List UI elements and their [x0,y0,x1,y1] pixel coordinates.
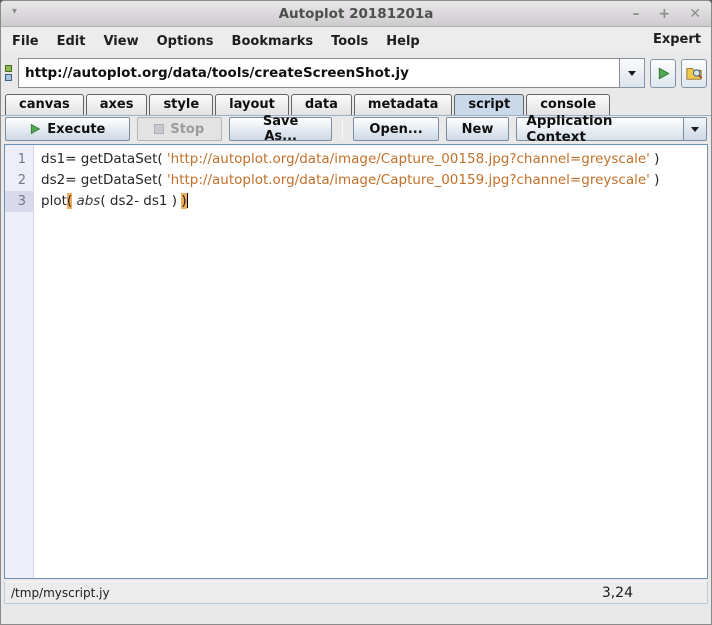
tab-script[interactable]: script [454,94,524,115]
menu-file[interactable]: File [3,34,48,49]
line-number: 1 [5,149,33,170]
window-controls: – + ✕ [633,1,701,26]
window-bottom-edge [1,604,711,624]
address-bar [1,52,711,93]
tab-bar: canvasaxesstylelayoutdatametadatascriptc… [1,93,711,115]
code-line-1[interactable]: ds1= getDataSet( 'http://autoplot.org/da… [41,149,707,170]
line-number-gutter: 123 [5,145,34,578]
url-combo [18,58,645,88]
code-text: ds2= getDataSet( [41,172,167,188]
green-square-icon [5,65,12,72]
menu-tools[interactable]: Tools [322,34,377,49]
save-as-label: Save As... [245,114,317,144]
chevron-down-icon [691,127,699,132]
application-context-combo[interactable]: Application Context [516,117,707,141]
code-line-2[interactable]: ds2= getDataSet( 'http://autoplot.org/da… [41,170,707,191]
menu-bookmarks[interactable]: Bookmarks [223,34,323,49]
menu-help[interactable]: Help [377,34,428,49]
script-toolbar: Execute Stop Save As... Open... New Appl… [1,115,711,142]
minimize-icon[interactable]: – [633,7,640,21]
menu-view[interactable]: View [94,34,147,49]
maximize-icon[interactable]: + [659,7,671,21]
tab-style[interactable]: style [149,94,213,115]
url-dropdown-button[interactable] [620,58,645,88]
new-button[interactable]: New [446,117,510,141]
titlebar: ▾ Autoplot 20181201a – + ✕ [1,1,711,27]
datasource-indicator-icon [4,65,13,81]
menu-items: FileEditViewOptionsBookmarksToolsHelp [3,30,429,49]
line-number: 3 [5,191,33,212]
code-text: ds1= getDataSet( [41,151,167,167]
folder-magnifier-icon [685,65,703,81]
code-string: 'http://autoplot.org/data/image/Capture_… [167,172,650,188]
url-input[interactable] [18,58,620,88]
tab-data[interactable]: data [291,94,352,115]
code-text: ) [650,172,660,188]
code-text: ) [650,151,660,167]
file-path: /tmp/myscript.jy [11,586,110,600]
open-button[interactable]: Open... [353,117,438,141]
save-as-button[interactable]: Save As... [229,117,333,141]
context-dropdown-icon[interactable] [683,118,706,140]
play-icon [656,66,671,81]
tab-console[interactable]: console [526,94,610,115]
context-combo-value: Application Context [517,118,683,140]
menu-edit[interactable]: Edit [48,34,95,49]
app-window: ▾ Autoplot 20181201a – + ✕ FileEditViewO… [0,0,712,625]
new-label: New [462,122,494,137]
code-line-3[interactable]: plot( abs( ds2- ds1 ) ) [41,191,707,212]
chevron-down-icon [628,71,636,76]
expert-mode-label[interactable]: Expert [653,32,701,47]
cursor-position: 3,24 [602,585,633,601]
tab-layout[interactable]: layout [215,94,289,115]
code-text: abs [76,193,100,209]
stop-label: Stop [170,122,204,137]
menubar: FileEditViewOptionsBookmarksToolsHelp Ex… [1,27,711,52]
code-text: ( ds2- ds1 ) [100,193,181,209]
script-editor[interactable]: 123 ds1= getDataSet( 'http://autoplot.or… [4,144,708,579]
close-icon[interactable]: ✕ [689,7,701,21]
code-area[interactable]: ds1= getDataSet( 'http://autoplot.org/da… [34,145,707,578]
inspect-folder-button[interactable] [681,59,707,88]
execute-label: Execute [47,122,105,137]
stop-button[interactable]: Stop [137,117,222,141]
open-label: Open... [369,122,422,137]
line-number: 2 [5,170,33,191]
code-string: 'http://autoplot.org/data/image/Capture_… [167,151,650,167]
code-text: plot [41,193,67,209]
stop-icon [154,124,164,134]
tab-canvas[interactable]: canvas [5,94,84,115]
go-button[interactable] [650,59,676,88]
statusbar: /tmp/myscript.jy 3,24 [4,581,708,604]
menu-options[interactable]: Options [148,34,223,49]
execute-button[interactable]: Execute [5,117,130,141]
window-title: Autoplot 20181201a [1,6,711,22]
window-menu-icon[interactable]: ▾ [12,6,17,17]
blue-square-icon [5,74,12,81]
tab-metadata[interactable]: metadata [354,94,452,115]
toolbar-separator [342,119,343,139]
text-cursor [187,193,189,208]
execute-play-icon [29,123,41,135]
tab-axes[interactable]: axes [86,94,148,115]
